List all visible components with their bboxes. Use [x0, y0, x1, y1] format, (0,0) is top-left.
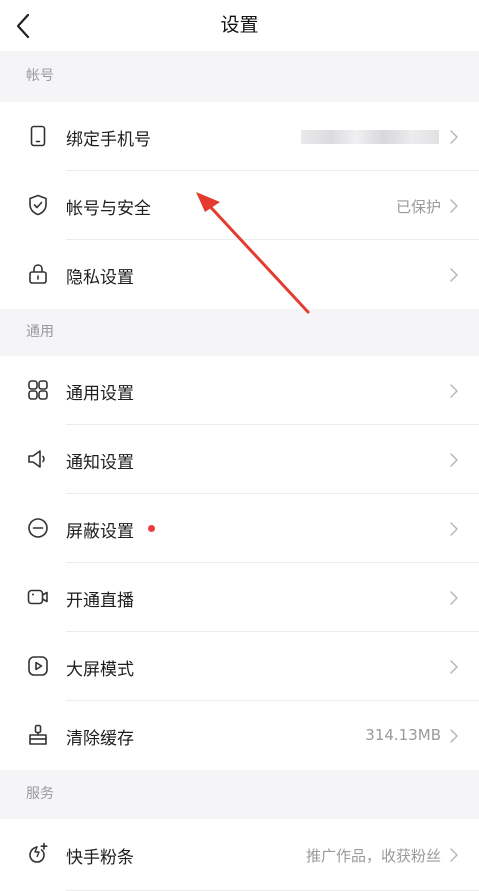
chevron-right-icon	[449, 728, 459, 744]
settings-row-label: 通知设置	[66, 453, 134, 473]
broom-icon	[26, 723, 50, 747]
cache-size-value: 314.13MB	[365, 726, 441, 744]
settings-row-general-settings[interactable]: 通用设置	[0, 356, 479, 425]
chevron-right-icon	[449, 452, 459, 468]
new-indicator-dot	[148, 525, 155, 532]
settings-row-account-security[interactable]: 帐号与安全 已保护	[0, 171, 479, 240]
settings-row-block-settings[interactable]: 屏蔽设置	[0, 494, 479, 563]
settings-row-label: 帐号与安全	[66, 199, 151, 219]
settings-row-label: 开通直播	[66, 591, 134, 611]
play-icon	[26, 654, 50, 678]
top-bar: 设置	[0, 0, 479, 51]
settings-row-label: 快手粉条	[66, 848, 134, 868]
video-icon	[26, 585, 50, 609]
phone-icon	[26, 124, 50, 148]
chevron-right-icon	[449, 383, 459, 399]
settings-row-label: 绑定手机号	[66, 130, 151, 150]
chevron-right-icon	[449, 267, 459, 283]
settings-row-start-live[interactable]: 开通直播	[0, 563, 479, 632]
chevron-right-icon	[449, 590, 459, 606]
page-title: 设置	[220, 14, 259, 36]
settings-row-label: 大屏模式	[66, 660, 134, 680]
settings-row-label: 隐私设置	[66, 268, 134, 288]
settings-row-bind-phone[interactable]: 绑定手机号	[0, 102, 479, 171]
chevron-right-icon	[449, 198, 459, 214]
settings-row-label: 屏蔽设置	[66, 522, 134, 542]
chevron-right-icon	[449, 521, 459, 537]
masked-phone-number	[301, 130, 439, 144]
minus-circle-icon	[26, 516, 50, 540]
fans-boost-promo-text: 推广作品，收获粉丝	[305, 847, 441, 865]
section-label-general: 通用	[0, 309, 479, 356]
settings-row-notifications[interactable]: 通知设置	[0, 425, 479, 494]
chevron-right-icon	[449, 847, 459, 863]
grid-icon	[26, 378, 50, 402]
settings-row-label: 通用设置	[66, 384, 134, 404]
settings-row-privacy[interactable]: 隐私设置	[0, 240, 479, 309]
chevron-right-icon	[449, 129, 459, 145]
settings-row-clear-cache[interactable]: 清除缓存 314.13MB	[0, 701, 479, 770]
settings-row-fans-boost[interactable]: 快手粉条 推广作品，收获粉丝	[0, 819, 479, 891]
rocket-plus-icon	[26, 841, 50, 865]
settings-row-big-screen[interactable]: 大屏模式	[0, 632, 479, 701]
section-label-account: 帐号	[0, 51, 479, 102]
shield-check-icon	[26, 193, 50, 217]
section-label-services: 服务	[0, 770, 479, 819]
security-status-value: 已保护	[395, 198, 441, 216]
speaker-icon	[26, 447, 50, 471]
settings-row-label: 清除缓存	[66, 729, 134, 749]
chevron-right-icon	[449, 659, 459, 675]
lock-icon	[26, 262, 50, 286]
